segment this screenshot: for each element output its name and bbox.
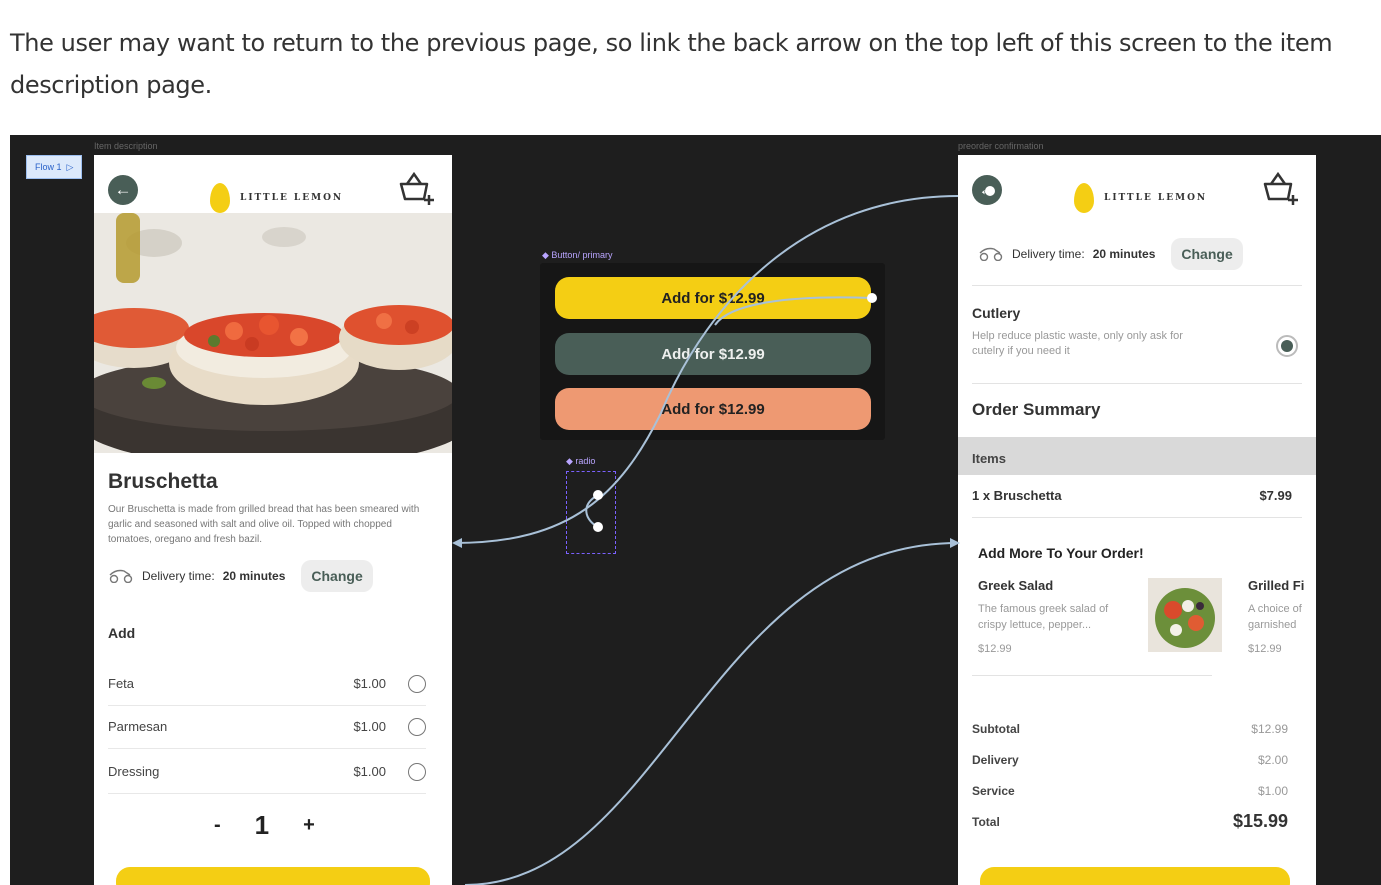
connection-node [593,490,603,500]
prototype-connections [452,186,995,885]
add-button-connection [464,542,959,885]
design-canvas[interactable]: Flow 1 ▷ Item description preorder confi… [10,135,1381,885]
back-arrow-connection [454,195,959,544]
connection-node [867,293,877,303]
arrowhead-right-frame [950,538,960,548]
component-link-connection [714,296,873,326]
arrowhead-left-frame [452,538,462,548]
instruction-text: The user may want to return to the previ… [10,29,1333,99]
connection-node [985,186,995,196]
connection-node [593,522,603,532]
